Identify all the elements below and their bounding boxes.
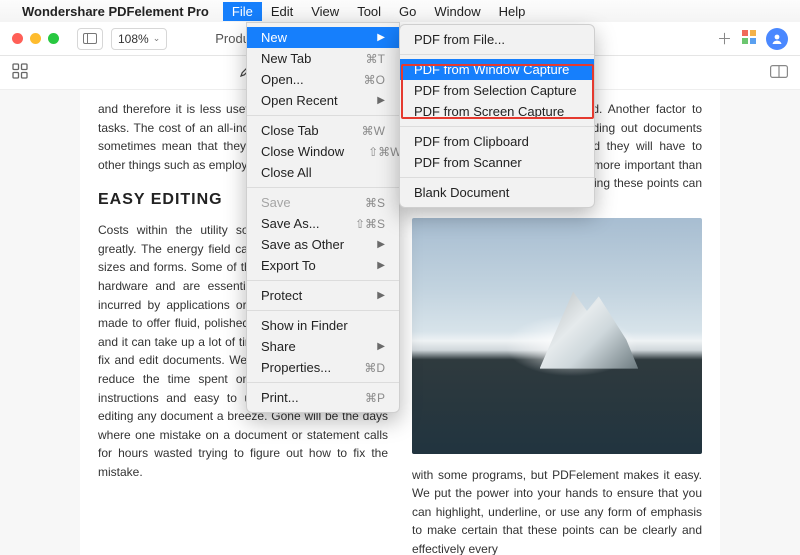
- menu-help[interactable]: Help: [490, 2, 535, 21]
- menu-item-label: Export To: [261, 258, 316, 273]
- submenu-arrow-icon: ▶: [377, 95, 385, 106]
- file-menu-item-export-to[interactable]: Export To ▶: [247, 255, 399, 276]
- menu-item-label: PDF from Selection Capture: [414, 83, 577, 98]
- file-menu-item-share[interactable]: Share ▶: [247, 336, 399, 357]
- shortcut-label: ⌘S: [365, 196, 385, 210]
- shortcut-label: ⌘T: [366, 52, 385, 66]
- add-tab-button[interactable]: ＋: [717, 28, 732, 49]
- menu-view[interactable]: View: [302, 2, 348, 21]
- shortcut-label: ⇧⌘S: [355, 217, 385, 231]
- submenu-arrow-icon: ▶: [377, 260, 385, 271]
- new-menu-item-pdf-from-file[interactable]: PDF from File...: [400, 29, 594, 50]
- app-name[interactable]: Wondershare PDFelement Pro: [22, 4, 209, 19]
- minimize-window-button[interactable]: [30, 33, 41, 44]
- file-menu-separator: [247, 187, 399, 188]
- file-menu-separator: [247, 280, 399, 281]
- submenu-arrow-icon: ▶: [377, 32, 385, 43]
- menu-item-label: Close Tab: [261, 123, 319, 138]
- shortcut-label: ⌘W: [362, 124, 385, 138]
- file-menu-separator: [247, 382, 399, 383]
- file-menu-separator: [247, 310, 399, 311]
- new-menu-item-pdf-from-clipboard[interactable]: PDF from Clipboard: [400, 131, 594, 152]
- menu-window[interactable]: Window: [425, 2, 489, 21]
- menu-item-label: Blank Document: [414, 185, 509, 200]
- window-controls: [12, 33, 59, 44]
- new-menu-item-pdf-from-window-capture[interactable]: PDF from Window Capture: [400, 59, 594, 80]
- file-menu-item-protect[interactable]: Protect ▶: [247, 285, 399, 306]
- file-menu-item-open-recent[interactable]: Open Recent ▶: [247, 90, 399, 111]
- file-menu-item-close-window[interactable]: Close Window ⇧⌘W: [247, 141, 399, 162]
- menu-item-label: Save: [261, 195, 291, 210]
- menu-item-label: Protect: [261, 288, 302, 303]
- new-menu-separator: [400, 126, 594, 127]
- file-menu-item-save-as-other[interactable]: Save as Other ▶: [247, 234, 399, 255]
- submenu-arrow-icon: ▶: [377, 239, 385, 250]
- submenu-arrow-icon: ▶: [377, 341, 385, 352]
- shortcut-label: ⇧⌘W: [368, 145, 401, 159]
- fullscreen-window-button[interactable]: [48, 33, 59, 44]
- file-menu-item-new[interactable]: New ▶: [247, 27, 399, 48]
- menubar: Wondershare PDFelement Pro File Edit Vie…: [0, 0, 800, 22]
- menu-item-label: Close All: [261, 165, 312, 180]
- sidebar-toggle-button[interactable]: [77, 28, 103, 50]
- menu-item-label: Share: [261, 339, 296, 354]
- menu-item-label: New Tab: [261, 51, 311, 66]
- shortcut-label: ⌘D: [364, 361, 385, 375]
- shortcut-label: ⌘O: [364, 73, 385, 87]
- menu-item-label: Save As...: [261, 216, 320, 231]
- new-menu-item-pdf-from-selection-capture[interactable]: PDF from Selection Capture: [400, 80, 594, 101]
- new-menu-item-pdf-from-screen-capture[interactable]: PDF from Screen Capture: [400, 101, 594, 122]
- new-menu-separator: [400, 177, 594, 178]
- menu-item-label: Open...: [261, 72, 304, 87]
- menu-item-label: PDF from Screen Capture: [414, 104, 564, 119]
- user-avatar[interactable]: [766, 28, 788, 50]
- menu-item-label: PDF from Window Capture: [414, 62, 569, 77]
- menu-item-label: PDF from Clipboard: [414, 134, 529, 149]
- menu-item-label: PDF from Scanner: [414, 155, 522, 170]
- menu-item-label: Show in Finder: [261, 318, 348, 333]
- apps-icon[interactable]: [742, 30, 756, 47]
- right-bottom-text: with some programs, but PDFelement makes…: [412, 466, 702, 555]
- new-menu-item-pdf-from-scanner[interactable]: PDF from Scanner: [400, 152, 594, 173]
- thumbnails-button[interactable]: [12, 63, 28, 82]
- file-menu-item-show-in-finder[interactable]: Show in Finder: [247, 315, 399, 336]
- menu-item-label: PDF from File...: [414, 32, 505, 47]
- menu-item-label: Print...: [261, 390, 299, 405]
- new-menu-item-blank-document[interactable]: Blank Document: [400, 182, 594, 203]
- close-window-button[interactable]: [12, 33, 23, 44]
- menu-tool[interactable]: Tool: [348, 2, 390, 21]
- file-menu-item-save-as[interactable]: Save As... ⇧⌘S: [247, 213, 399, 234]
- submenu-arrow-icon: ▶: [377, 290, 385, 301]
- article-photo: [412, 218, 702, 454]
- menu-file[interactable]: File: [223, 2, 262, 21]
- file-menu-item-properties[interactable]: Properties... ⌘D: [247, 357, 399, 378]
- reader-view-button[interactable]: [770, 65, 788, 81]
- menu-item-label: Open Recent: [261, 93, 338, 108]
- zoom-select[interactable]: 108% ⌄: [111, 28, 167, 50]
- tab-title-truncated[interactable]: Produ: [215, 31, 250, 46]
- file-menu-dropdown: New ▶ New Tab ⌘T Open... ⌘O Open Recent ▶ Close …: [246, 22, 400, 413]
- menu-item-label: Properties...: [261, 360, 331, 375]
- zoom-value: 108%: [118, 32, 149, 46]
- file-menu-item-close-tab[interactable]: Close Tab ⌘W: [247, 120, 399, 141]
- shortcut-label: ⌘P: [365, 391, 385, 405]
- file-menu-item-new-tab[interactable]: New Tab ⌘T: [247, 48, 399, 69]
- menu-item-label: Close Window: [261, 144, 344, 159]
- menu-go[interactable]: Go: [390, 2, 425, 21]
- menu-item-label: Save as Other: [261, 237, 344, 252]
- new-menu-separator: [400, 54, 594, 55]
- menu-item-label: New: [261, 30, 287, 45]
- new-submenu: PDF from File... PDF from Window Capture P…: [399, 24, 595, 208]
- file-menu-separator: [247, 115, 399, 116]
- menu-edit[interactable]: Edit: [262, 2, 302, 21]
- file-menu-item-print[interactable]: Print... ⌘P: [247, 387, 399, 408]
- file-menu-item-open[interactable]: Open... ⌘O: [247, 69, 399, 90]
- file-menu-item-close-all[interactable]: Close All: [247, 162, 399, 183]
- chevron-down-icon: ⌄: [153, 33, 161, 44]
- file-menu-item-save: Save ⌘S: [247, 192, 399, 213]
